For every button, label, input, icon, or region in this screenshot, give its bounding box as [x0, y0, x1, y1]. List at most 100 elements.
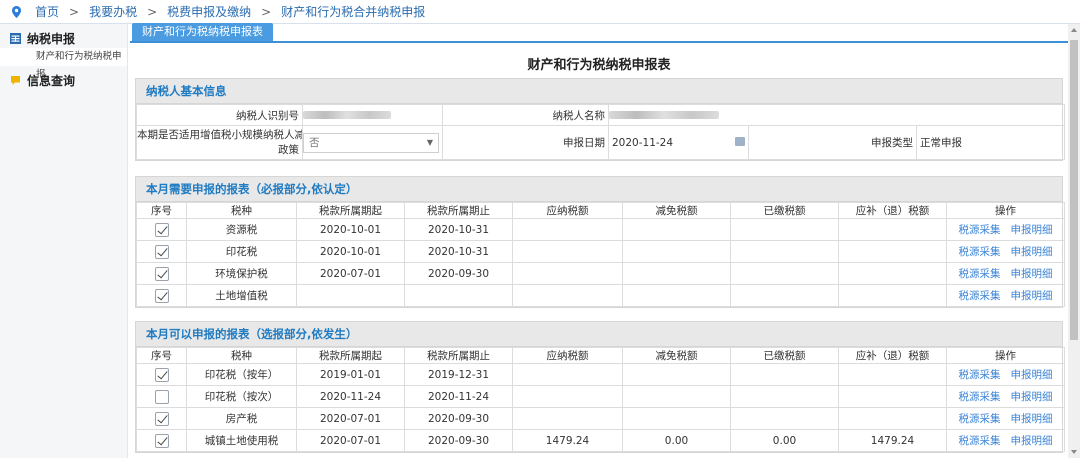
- actions-cell: 税源采集 申报明细: [946, 385, 1065, 408]
- col-header: 税款所属期止: [404, 202, 513, 219]
- sidebar-item-property-tax-declaration[interactable]: 财产和行为税纳税申报: [0, 48, 127, 80]
- chat-icon: [10, 75, 21, 86]
- declaration-type-value: 正常申报: [916, 125, 1065, 160]
- breadcrumb-home[interactable]: 首页: [35, 3, 59, 20]
- breadcrumb-declaration[interactable]: 税费申报及缴纳: [167, 3, 251, 20]
- tax-type-cell: 城镇土地使用税: [186, 429, 297, 452]
- scroll-down-icon[interactable]: [1071, 450, 1077, 454]
- location-pin-icon: [12, 5, 21, 18]
- relief-cell: [622, 284, 731, 307]
- sidebar-group-query[interactable]: 信息查询: [0, 70, 127, 90]
- scroll-thumb[interactable]: [1070, 40, 1078, 340]
- actions-cell: 税源采集 申报明细: [946, 284, 1065, 307]
- table-row: 印花税（按年） 2019-01-01 2019-12-31 税源采集 申报明细: [136, 363, 1065, 386]
- redacted-value: [609, 111, 719, 119]
- col-header: 税款所属期起: [296, 202, 405, 219]
- period-start-cell: 2020-07-01: [296, 262, 405, 285]
- calendar-icon[interactable]: [735, 136, 745, 146]
- declaration-detail-link[interactable]: 申报明细: [1011, 391, 1053, 403]
- actions-cell: 税源采集 申报明细: [946, 363, 1065, 386]
- paid-cell: [730, 240, 839, 263]
- row-checkbox[interactable]: [154, 389, 169, 404]
- breadcrumb-separator: >: [261, 4, 272, 19]
- row-checkbox[interactable]: [154, 266, 169, 281]
- actions-cell: 税源采集 申报明细: [946, 407, 1065, 430]
- col-header: 序号: [136, 347, 187, 364]
- actions-cell: 税源采集 申报明细: [946, 218, 1065, 241]
- col-header: 序号: [136, 202, 187, 219]
- row-checkbox[interactable]: [154, 411, 169, 426]
- breadcrumb-current[interactable]: 财产和行为税合并纳税申报: [281, 3, 425, 20]
- col-header: 税种: [186, 347, 297, 364]
- row-checkbox[interactable]: [154, 367, 169, 382]
- small-scale-label-line1: 本期是否适用增值税小规模纳税人减征: [137, 128, 303, 141]
- declaration-detail-link[interactable]: 申报明细: [1011, 369, 1053, 381]
- declaration-detail-link[interactable]: 申报明细: [1011, 268, 1053, 280]
- period-end-cell: 2020-11-24: [404, 385, 513, 408]
- source-collect-link[interactable]: 税源采集: [959, 268, 1001, 280]
- tab-bar: 财产和行为税纳税申报表: [130, 23, 1068, 43]
- row-select-cell: [136, 262, 187, 285]
- table-row: 印花税 2020-10-01 2020-10-31 税源采集 申报明细: [136, 240, 1065, 263]
- source-collect-link[interactable]: 税源采集: [959, 246, 1001, 258]
- period-start-cell: 2020-07-01: [296, 407, 405, 430]
- paid-cell: [730, 407, 839, 430]
- col-header: 操作: [946, 347, 1065, 364]
- table-header-row: 序号 税种 税款所属期起 税款所属期止 应纳税额 减免税额 已缴税额 应补（退）…: [136, 347, 1065, 364]
- payable-cell: [512, 240, 623, 263]
- small-scale-cell: 否 ▼: [302, 125, 443, 160]
- scroll-up-icon[interactable]: [1071, 28, 1077, 32]
- sidebar-group-declaration[interactable]: 纳税申报: [0, 28, 127, 48]
- table-row: 资源税 2020-10-01 2020-10-31 税源采集 申报明细: [136, 218, 1065, 241]
- small-scale-select[interactable]: 否 ▼: [303, 132, 439, 153]
- row-checkbox[interactable]: [154, 244, 169, 259]
- due-cell: [838, 262, 947, 285]
- source-collect-link[interactable]: 税源采集: [959, 413, 1001, 425]
- source-collect-link[interactable]: 税源采集: [959, 369, 1001, 381]
- col-header: 减免税额: [622, 347, 731, 364]
- relief-cell: [622, 363, 731, 386]
- period-end-cell: 2020-10-31: [404, 240, 513, 263]
- relief-cell: 0.00: [622, 429, 731, 452]
- declaration-detail-link[interactable]: 申报明细: [1011, 435, 1053, 447]
- table-header-row: 序号 税种 税款所属期起 税款所属期止 应纳税额 减免税额 已缴税额 应补（退）…: [136, 202, 1065, 219]
- declaration-detail-link[interactable]: 申报明细: [1011, 246, 1053, 258]
- payable-cell: [512, 262, 623, 285]
- vertical-scrollbar[interactable]: [1068, 24, 1080, 458]
- date-field[interactable]: 2020-11-24: [608, 125, 749, 160]
- table-row: 房产税 2020-07-01 2020-09-30 税源采集 申报明细: [136, 407, 1065, 430]
- period-end-cell: [404, 284, 513, 307]
- col-header: 已缴税额: [730, 347, 839, 364]
- col-header: 税种: [186, 202, 297, 219]
- col-header: 应补（退）税额: [838, 202, 947, 219]
- main-content: 财产和行为税纳税申报表 财产和行为税纳税申报表 纳税人基本信息 纳税人识别号 纳…: [130, 23, 1068, 458]
- table-row: 环境保护税 2020-07-01 2020-09-30 税源采集 申报明细: [136, 262, 1065, 285]
- date-label: 申报日期: [442, 125, 609, 160]
- small-scale-label: 本期是否适用增值税小规模纳税人减征 政策: [136, 125, 303, 160]
- declaration-detail-link[interactable]: 申报明细: [1011, 290, 1053, 302]
- breadcrumb-tax-service[interactable]: 我要办税: [89, 3, 137, 20]
- source-collect-link[interactable]: 税源采集: [959, 391, 1001, 403]
- row-checkbox[interactable]: [154, 433, 169, 448]
- tax-type-cell: 土地增值税: [186, 284, 297, 307]
- declaration-detail-link[interactable]: 申报明细: [1011, 224, 1053, 236]
- tab-property-tax-form[interactable]: 财产和行为税纳税申报表: [132, 23, 273, 41]
- actions-cell: 税源采集 申报明细: [946, 262, 1065, 285]
- tax-type-cell: 印花税: [186, 240, 297, 263]
- payable-cell: 1479.24: [512, 429, 623, 452]
- source-collect-link[interactable]: 税源采集: [959, 290, 1001, 302]
- row-checkbox[interactable]: [154, 222, 169, 237]
- source-collect-link[interactable]: 税源采集: [959, 224, 1001, 236]
- row-checkbox[interactable]: [154, 288, 169, 303]
- payable-cell: [512, 284, 623, 307]
- taxpayer-id-label: 纳税人识别号: [136, 104, 303, 126]
- optional-forms-table: 序号 税种 税款所属期起 税款所属期止 应纳税额 减免税额 已缴税额 应补（退）…: [136, 347, 1065, 452]
- row-select-cell: [136, 284, 187, 307]
- row-select-cell: [136, 385, 187, 408]
- section-header: 本月需要申报的报表（必报部分,依认定）: [136, 177, 1062, 202]
- declaration-detail-link[interactable]: 申报明细: [1011, 413, 1053, 425]
- breadcrumb-separator: >: [69, 4, 80, 19]
- due-cell: [838, 363, 947, 386]
- source-collect-link[interactable]: 税源采集: [959, 435, 1001, 447]
- row-select-cell: [136, 407, 187, 430]
